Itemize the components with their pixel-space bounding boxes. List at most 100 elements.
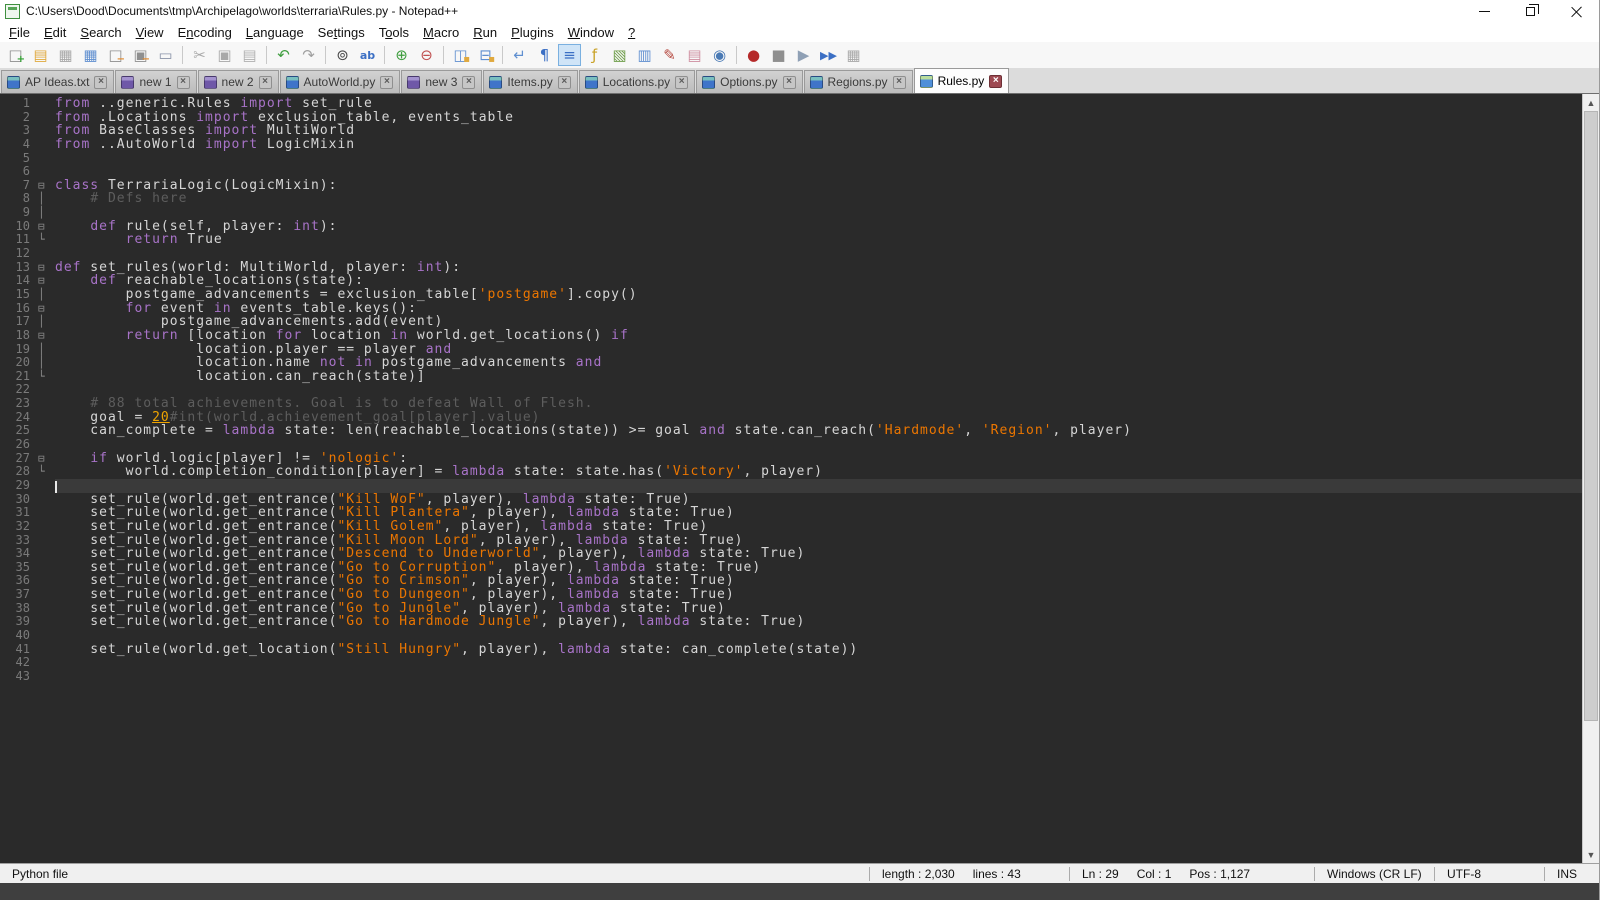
tab-close-icon[interactable]: × xyxy=(893,76,906,89)
code-line[interactable]: 29 xyxy=(0,479,1582,493)
line-number[interactable]: 39 xyxy=(0,615,38,629)
monitoring-button[interactable]: ◉ xyxy=(708,44,731,66)
define-language-button[interactable]: ✎ xyxy=(658,44,681,66)
restore-button[interactable] xyxy=(1507,0,1553,22)
line-number[interactable]: 16 xyxy=(0,302,38,316)
line-number[interactable]: 38 xyxy=(0,602,38,616)
save-all-button[interactable]: ▦ xyxy=(79,44,102,66)
scroll-down-arrow-icon[interactable]: ▼ xyxy=(1583,846,1599,863)
menu-item-view[interactable]: View xyxy=(129,24,171,41)
line-number[interactable]: 12 xyxy=(0,247,38,261)
code-line[interactable]: 13⊟def set_rules(world: MultiWorld, play… xyxy=(0,261,1582,275)
code-line[interactable]: 10⊟ def rule(self, player: int): xyxy=(0,220,1582,234)
sync-horizontal-scroll-button[interactable]: ⊟▪ xyxy=(474,44,497,66)
document-list-button[interactable]: ▥ xyxy=(633,44,656,66)
code-line[interactable]: 30 set_rule(world.get_entrance("Kill WoF… xyxy=(0,493,1582,507)
menu-item-window[interactable]: Window xyxy=(561,24,621,41)
line-number[interactable]: 35 xyxy=(0,561,38,575)
line-number[interactable]: 9 xyxy=(0,206,38,220)
tab-ap-ideas-txt[interactable]: AP Ideas.txt× xyxy=(1,70,114,93)
tab-close-icon[interactable]: × xyxy=(259,76,272,89)
show-all-characters-button[interactable]: ¶ xyxy=(533,44,556,66)
code-line[interactable]: 17│ postgame_advancements.add(event) xyxy=(0,315,1582,329)
line-number[interactable]: 2 xyxy=(0,111,38,125)
code-line[interactable]: 1from ..generic.Rules import set_rule xyxy=(0,97,1582,111)
fold-collapse-icon[interactable]: ⊟ xyxy=(38,179,55,193)
line-number[interactable]: 3 xyxy=(0,124,38,138)
close-button[interactable]: □− xyxy=(104,44,127,66)
line-number[interactable]: 4 xyxy=(0,138,38,152)
line-number[interactable]: 14 xyxy=(0,274,38,288)
code-line[interactable]: 34 set_rule(world.get_entrance("Descend … xyxy=(0,547,1582,561)
fold-collapse-icon[interactable]: ⊟ xyxy=(38,329,55,343)
tab-close-icon[interactable]: × xyxy=(675,76,688,89)
fold-collapse-icon[interactable]: ⊟ xyxy=(38,302,55,316)
show-indent-guide-button[interactable]: ≡ xyxy=(558,44,581,66)
editor-area[interactable]: 1from ..generic.Rules import set_rule2fr… xyxy=(0,94,1599,863)
tab-locations-py[interactable]: Locations.py× xyxy=(579,70,695,93)
code-line[interactable]: 4from ..AutoWorld import LogicMixin xyxy=(0,138,1582,152)
minimize-button[interactable] xyxy=(1461,0,1507,22)
code-line[interactable]: 12 xyxy=(0,247,1582,261)
tab-new-2[interactable]: new 2× xyxy=(198,70,279,93)
code-line[interactable]: 38 set_rule(world.get_entrance("Go to Ju… xyxy=(0,602,1582,616)
line-number[interactable]: 24 xyxy=(0,411,38,425)
zoom-in-button[interactable]: ⊕ xyxy=(390,44,413,66)
line-number[interactable]: 22 xyxy=(0,383,38,397)
code-line[interactable]: 2from .Locations import exclusion_table,… xyxy=(0,111,1582,125)
line-number[interactable]: 26 xyxy=(0,438,38,452)
code-line[interactable]: 8│ # Defs here xyxy=(0,192,1582,206)
menu-item-macro[interactable]: Macro xyxy=(416,24,466,41)
menu-item-search[interactable]: Search xyxy=(73,24,128,41)
code-line[interactable]: 26 xyxy=(0,438,1582,452)
tab-close-icon[interactable]: × xyxy=(558,76,571,89)
line-number[interactable]: 13 xyxy=(0,261,38,275)
line-number[interactable]: 19 xyxy=(0,343,38,357)
new-file-button[interactable]: □+ xyxy=(4,44,27,66)
code-line[interactable]: 32 set_rule(world.get_entrance("Kill Gol… xyxy=(0,520,1582,534)
menu-item-plugins[interactable]: Plugins xyxy=(504,24,561,41)
fold-collapse-icon[interactable]: ⊟ xyxy=(38,274,55,288)
line-number[interactable]: 21 xyxy=(0,370,38,384)
fold-collapse-icon[interactable]: ⊟ xyxy=(38,261,55,275)
line-number[interactable]: 18 xyxy=(0,329,38,343)
code-line[interactable]: 14⊟ def reachable_locations(state): xyxy=(0,274,1582,288)
fold-collapse-icon[interactable]: ⊟ xyxy=(38,452,55,466)
code-line[interactable]: 3from BaseClasses import MultiWorld xyxy=(0,124,1582,138)
close-all-button[interactable]: ▣− xyxy=(129,44,152,66)
tab-new-3[interactable]: new 3× xyxy=(401,70,482,93)
tab-rules-py[interactable]: Rules.py× xyxy=(914,68,1010,93)
vertical-scrollbar[interactable]: ▲ ▼ xyxy=(1582,94,1599,863)
code-line[interactable]: 9│ xyxy=(0,206,1582,220)
code-line[interactable]: 33 set_rule(world.get_entrance("Kill Moo… xyxy=(0,534,1582,548)
tab-close-icon[interactable]: × xyxy=(94,76,107,89)
line-number[interactable]: 31 xyxy=(0,506,38,520)
line-number[interactable]: 42 xyxy=(0,656,38,670)
tab-close-icon[interactable]: × xyxy=(462,76,475,89)
code-line[interactable]: 11└ return True xyxy=(0,233,1582,247)
open-file-button[interactable]: ▤ xyxy=(29,44,52,66)
code-line[interactable]: 22 xyxy=(0,383,1582,397)
redo-button[interactable]: ↷ xyxy=(297,44,320,66)
close-button[interactable] xyxy=(1553,0,1599,22)
status-eol-format[interactable]: Windows (CR LF) xyxy=(1314,867,1434,881)
menu-item-language[interactable]: Language xyxy=(239,24,311,41)
line-number[interactable]: 25 xyxy=(0,424,38,438)
code-line[interactable]: 43 xyxy=(0,670,1582,684)
code-line[interactable]: 36 set_rule(world.get_entrance("Go to Cr… xyxy=(0,574,1582,588)
code-line[interactable]: 42 xyxy=(0,656,1582,670)
tab-close-icon[interactable]: × xyxy=(783,76,796,89)
code-line[interactable]: 23 # 88 total achievements. Goal is to d… xyxy=(0,397,1582,411)
code-line[interactable]: 37 set_rule(world.get_entrance("Go to Du… xyxy=(0,588,1582,602)
tab-autoworld-py[interactable]: AutoWorld.py× xyxy=(280,70,401,93)
tab-close-icon[interactable]: × xyxy=(380,76,393,89)
line-number[interactable]: 10 xyxy=(0,220,38,234)
folder-as-workspace-button[interactable]: ▤ xyxy=(683,44,706,66)
code-line[interactable]: 41 set_rule(world.get_location("Still Hu… xyxy=(0,643,1582,657)
document-map-button[interactable]: ▧ xyxy=(608,44,631,66)
line-number[interactable]: 20 xyxy=(0,356,38,370)
save-button[interactable]: ▦ xyxy=(54,44,77,66)
menu-item-run[interactable]: Run xyxy=(466,24,504,41)
code-line[interactable]: 21└ location.can_reach(state)] xyxy=(0,370,1582,384)
line-number[interactable]: 43 xyxy=(0,670,38,684)
